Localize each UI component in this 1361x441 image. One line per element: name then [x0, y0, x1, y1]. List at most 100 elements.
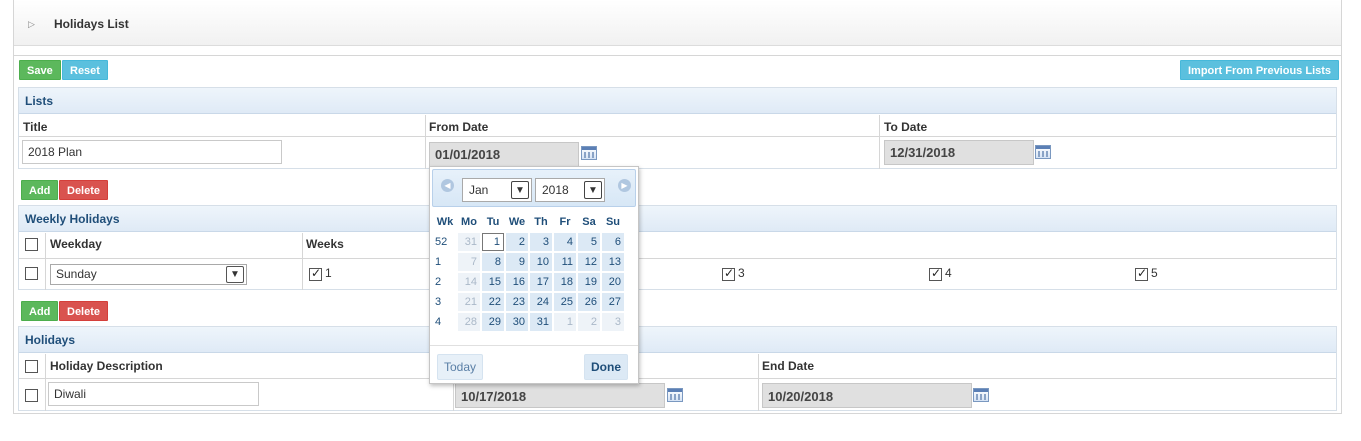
divider — [879, 115, 880, 169]
calendar-icon[interactable] — [973, 388, 989, 402]
divider — [758, 354, 759, 411]
calendar-day[interactable]: 2 — [578, 313, 600, 331]
week-5-checkbox[interactable] — [1135, 266, 1148, 281]
calendar-day[interactable]: 16 — [506, 273, 528, 291]
year-select[interactable]: 2018 ▼ — [535, 178, 605, 202]
calendar-day[interactable]: 20 — [602, 273, 624, 291]
select-all-holidays-checkbox[interactable] — [25, 360, 38, 373]
title-input[interactable]: 2018 Plan — [22, 140, 282, 164]
week-number: 52 — [435, 236, 448, 248]
weekday-header: Wk — [436, 216, 454, 228]
calendar-day[interactable]: 3 — [602, 313, 624, 331]
calendar-day[interactable]: 11 — [554, 253, 576, 271]
calendar-day[interactable]: 26 — [578, 293, 600, 311]
done-button[interactable]: Done — [584, 354, 628, 380]
calendar-day[interactable]: 4 — [554, 233, 576, 251]
prev-month-icon[interactable]: ◀ — [441, 179, 454, 192]
import-button[interactable]: Import From Previous Lists — [1180, 60, 1340, 80]
calendar-day[interactable]: 9 — [506, 253, 528, 271]
add-weekly-button[interactable]: Add — [21, 180, 59, 200]
year-value: 2018 — [542, 183, 569, 197]
calendar-day[interactable]: 18 — [554, 273, 576, 291]
select-all-weekly-checkbox[interactable] — [25, 238, 38, 251]
calendar-day[interactable]: 31 — [458, 233, 480, 251]
weeks-column-label: Weeks — [306, 237, 344, 251]
week-3-checkbox[interactable] — [722, 266, 735, 281]
weekday-select[interactable]: Sunday ▼ — [50, 264, 247, 285]
calendar-day[interactable]: 17 — [530, 273, 552, 291]
calendar-day[interactable]: 13 — [602, 253, 624, 271]
weekday-header: Su — [605, 216, 621, 228]
calendar-day[interactable]: 7 — [458, 253, 480, 271]
delete-holiday-button[interactable]: Delete — [59, 301, 109, 321]
week-number: 2 — [435, 276, 442, 288]
add-holiday-button[interactable]: Add — [21, 301, 59, 321]
calendar-day[interactable]: 1 — [554, 313, 576, 331]
week-4-checkbox[interactable] — [929, 266, 942, 281]
divider — [425, 115, 426, 169]
holiday-description-input[interactable]: Diwali — [48, 382, 259, 406]
calendar-day[interactable]: 28 — [458, 313, 480, 331]
calendar-day[interactable]: 14 — [458, 273, 480, 291]
calendar-day[interactable]: 19 — [578, 273, 600, 291]
calendar-grid: Wk Mo Tu We Th Fr Sa Su 52 31 1 2 3 4 5 6 1 7 8 9 10 11 12 13 2 1… — [432, 211, 626, 333]
delete-weekly-button[interactable]: Delete — [59, 180, 109, 200]
today-button[interactable]: Today — [437, 354, 484, 380]
calendar-day[interactable]: 23 — [506, 293, 528, 311]
calendar-day[interactable]: 5 — [578, 233, 600, 251]
from-date-input[interactable]: 01/01/2018 — [429, 142, 579, 167]
datepicker-header: ◀ Jan ▼ 2018 ▼ ▶ — [432, 169, 636, 207]
divider — [45, 354, 46, 411]
expand-arrow-icon[interactable]: ▷ — [28, 19, 35, 30]
divider — [19, 378, 1336, 379]
next-month-icon[interactable]: ▶ — [618, 179, 631, 192]
holiday-row-checkbox[interactable] — [25, 389, 38, 402]
end-date-input[interactable]: 10/20/2018 — [762, 383, 972, 408]
week-1-checkbox[interactable] — [309, 266, 322, 281]
week-number: 3 — [435, 296, 442, 308]
week-4-label: 4 — [945, 266, 952, 280]
calendar-day[interactable]: 3 — [530, 233, 552, 251]
panel-titlebar: ▷ Holidays List — [14, 0, 1341, 46]
calendar-day[interactable]: 8 — [482, 253, 504, 271]
holiday-description-column-label: Holiday Description — [50, 359, 163, 373]
calendar-icon[interactable] — [667, 388, 683, 402]
calendar-day[interactable]: 25 — [554, 293, 576, 311]
weekly-holidays-header: Weekly Holidays — [19, 206, 1336, 232]
calendar-icon[interactable] — [581, 146, 597, 160]
reset-button[interactable]: Reset — [62, 60, 108, 80]
weekday-header: Tu — [486, 216, 500, 228]
calendar-day[interactable]: 30 — [506, 313, 528, 331]
selected-day[interactable]: 1 — [482, 233, 504, 251]
calendar-day[interactable]: 27 — [602, 293, 624, 311]
end-date-column-label: End Date — [762, 359, 815, 373]
week-number: 4 — [435, 316, 442, 328]
calendar-day[interactable]: 22 — [482, 293, 504, 311]
weekly-row-checkbox[interactable] — [25, 267, 38, 280]
calendar-day[interactable]: 6 — [602, 233, 624, 251]
calendar-day[interactable]: 24 — [530, 293, 552, 311]
from-date-column-label: From Date — [429, 120, 489, 134]
calendar-day[interactable]: 12 — [578, 253, 600, 271]
to-date-input[interactable]: 12/31/2018 — [884, 140, 1034, 165]
calendar-day[interactable]: 21 — [458, 293, 480, 311]
calendar-day[interactable]: 15 — [482, 273, 504, 291]
calendar-day[interactable]: 2 — [506, 233, 528, 251]
divider — [19, 258, 1336, 259]
weekday-column-label: Weekday — [50, 237, 102, 251]
calendar-day[interactable]: 10 — [530, 253, 552, 271]
divider — [14, 55, 1341, 56]
lists-header: Lists — [19, 88, 1336, 114]
start-date-input[interactable]: 10/17/2018 — [455, 383, 665, 408]
title-column-label: Title — [23, 120, 48, 134]
weekday-header: Fr — [559, 216, 571, 228]
month-select[interactable]: Jan ▼ — [462, 178, 532, 202]
dropdown-arrow-icon: ▼ — [511, 181, 529, 199]
weekday-header: Th — [534, 216, 548, 228]
calendar-icon[interactable] — [1035, 145, 1051, 159]
calendar-day[interactable]: 29 — [482, 313, 504, 331]
save-button[interactable]: Save — [19, 60, 61, 80]
datepicker-popup: ◀ Jan ▼ 2018 ▼ ▶ Wk Mo Tu We Th Fr Sa Su 52 31 1 2 3… — [429, 166, 639, 384]
calendar-day[interactable]: 31 — [530, 313, 552, 331]
month-value: Jan — [469, 183, 489, 197]
